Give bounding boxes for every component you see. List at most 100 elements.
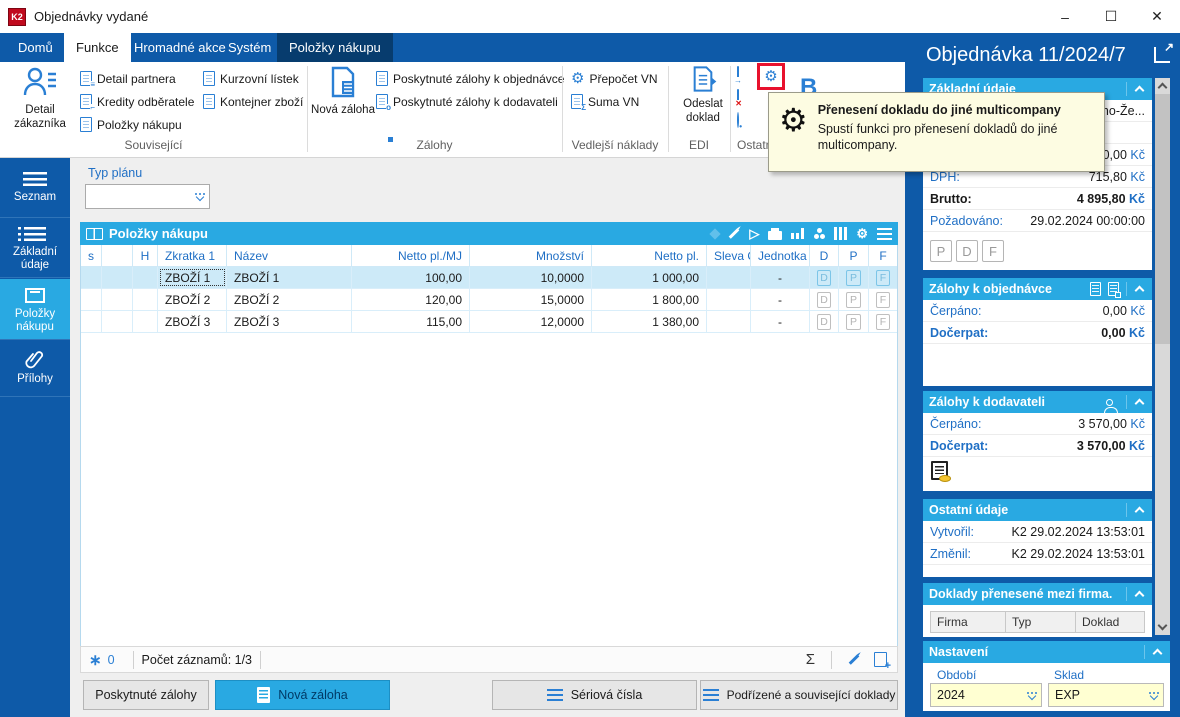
col-mnozstvi[interactable]: Množství [470,245,592,266]
polozky-nakupu-button[interactable]: Položky nákupu [80,114,182,135]
sklad-combobox[interactable]: EXP [1048,683,1164,707]
cell-jednotka[interactable]: - [751,267,810,288]
poskytnute-zalohy-button[interactable]: Poskytnuté zálohy [83,680,209,710]
table-row[interactable]: ZBOŽÍ 3 ZBOŽÍ 3 115,00 12,0000 1 380,00 … [81,311,897,333]
advance-invoice-icon[interactable] [931,461,951,482]
collapse-chevron-icon[interactable] [1152,648,1163,659]
cell-sleva[interactable] [707,311,751,332]
advance-doc-list-icon[interactable] [1108,282,1121,298]
collapse-chevron-icon[interactable] [1134,398,1145,409]
zalohy-k-objednavce-button[interactable]: Poskytnuté zálohy k objednávce [376,68,564,143]
cell-netto[interactable]: 1 000,00 [592,267,707,288]
group-cluster-icon[interactable] [814,234,820,239]
col-p[interactable]: P [839,245,869,266]
col-nazev[interactable]: Název [227,245,352,266]
sidebar-item-polozky-nakupu[interactable]: Položky nákupu [0,279,70,340]
lock-doc-icon[interactable]: • [737,112,753,131]
card-header-zalohy-obj[interactable]: Zálohy k objednávce [923,278,1152,300]
sidebar-item-prilohy[interactable]: Přílohy [0,341,70,397]
col-s[interactable]: s [81,245,102,266]
prepocet-vn-button[interactable]: ⚙ Přepočet VN [571,68,658,89]
advance-doc-icon[interactable] [1090,282,1101,296]
cell-flag-f[interactable]: F [869,267,897,288]
col-jednotka[interactable]: Jednotka [751,245,810,266]
obdobi-combobox[interactable]: 2024 [930,683,1042,707]
run-play-icon[interactable]: ▷ [749,227,759,240]
cell-jednotka[interactable]: - [751,311,810,332]
cell-sleva[interactable] [707,267,751,288]
cell-zkratka[interactable]: ZBOŽÍ 3 [158,311,227,332]
col-firma[interactable]: Firma [930,611,1006,633]
col-doklad[interactable]: Doklad [1076,611,1145,633]
cell-flag-p[interactable]: P [839,267,869,288]
cell-flag-d[interactable]: D [810,267,839,288]
sidebar-item-seznam[interactable]: Seznam [0,163,70,218]
col-empty[interactable] [102,245,133,266]
cell-nazev[interactable]: ZBOŽÍ 2 [227,289,352,310]
supplier-person-icon[interactable] [1104,398,1118,414]
seriova-cisla-button[interactable]: Sériová čísla [492,680,697,710]
cell-flag-d[interactable]: D [810,311,839,332]
col-netto[interactable]: Netto pl. [592,245,707,266]
open-external-icon[interactable] [1154,40,1174,63]
card-header-zalohy-dod[interactable]: Zálohy k dodavateli [923,391,1152,414]
collapse-chevron-icon[interactable] [1134,506,1145,517]
columns-icon[interactable] [834,227,848,240]
detail-partnera-button[interactable]: ≡ Detail partnera [80,68,176,89]
cell-flag-f[interactable]: F [869,289,897,310]
table-row[interactable]: ZBOŽÍ 2 ZBOŽÍ 2 120,00 15,0000 1 800,00 … [81,289,897,311]
scroll-down-icon[interactable] [1157,620,1168,631]
typ-planu-combobox[interactable] [85,184,210,209]
cell-mnozstvi[interactable]: 10,0000 [470,267,592,288]
col-typ[interactable]: Typ [1006,611,1076,633]
transfer-doc-icon[interactable]: → [734,66,753,85]
suma-vn-button[interactable]: Σ Suma VN [571,91,639,112]
cell-flag-f[interactable]: F [869,311,897,332]
cell-netto[interactable]: 1 800,00 [592,289,707,310]
collapse-chevron-icon[interactable] [1134,85,1145,96]
scrollbar-thumb[interactable] [1155,94,1170,344]
cell-netto-mj[interactable]: 100,00 [352,267,470,288]
tab-polozky-nakupu[interactable]: Položky nákupu [277,33,393,62]
flag-d[interactable]: D [956,240,978,262]
collapse-chevron-icon[interactable] [1134,590,1145,601]
cancel-doc-icon[interactable]: ✕ [735,89,753,108]
sidebar-item-zakladni-udaje[interactable]: Základní údaje [0,219,70,278]
flag-p[interactable]: P [930,240,952,262]
cell-flag-p[interactable]: P [839,289,869,310]
cell-nazev[interactable]: ZBOŽÍ 1 [227,267,352,288]
cell-zkratka[interactable]: ZBOŽÍ 1 [158,267,227,288]
cell-netto-mj[interactable]: 120,00 [352,289,470,310]
grid-menu-icon[interactable] [877,227,892,240]
card-header-nastaveni[interactable]: Nastavení [923,641,1170,663]
cell-jednotka[interactable]: - [751,289,810,310]
print-icon[interactable] [768,227,783,240]
card-header-doklady[interactable]: Doklady přenesené mezi firma... [923,583,1152,605]
col-zkratka[interactable]: Zkratka 1 [158,245,227,266]
tab-system[interactable]: Systém [216,33,283,62]
podrizene-doklady-button[interactable]: Podřízené a související doklady [700,680,898,710]
col-f[interactable]: F [869,245,897,266]
multicompany-transfer-gear-button[interactable]: ⚙ [757,63,785,90]
minimize-button[interactable]: – [1042,0,1088,33]
cell-nazev[interactable]: ZBOŽÍ 3 [227,311,352,332]
card-header-ostatni[interactable]: Ostatní údaje [923,499,1152,521]
sum-sigma-icon[interactable]: Σ [806,651,815,668]
cell-mnozstvi[interactable]: 15,0000 [470,289,592,310]
nova-zaloha-footer-button[interactable]: Nová záloha [215,680,390,710]
scroll-up-icon[interactable] [1157,82,1168,93]
cell-netto[interactable]: 1 380,00 [592,311,707,332]
add-document-icon[interactable] [874,652,891,672]
col-netto-mj[interactable]: Netto pl./MJ [352,245,470,266]
collapse-chevron-icon[interactable] [1134,285,1145,296]
cell-zkratka[interactable]: ZBOŽÍ 2 [158,289,227,310]
col-h[interactable]: H [133,245,158,266]
close-button[interactable]: ✕ [1134,0,1180,33]
flag-f[interactable]: F [982,240,1004,262]
tab-domu[interactable]: Domů [6,33,65,62]
kurzovni-listek-button[interactable]: Kurzovní lístek [203,68,299,89]
kredity-odberatele-button[interactable]: ⌐ Kredity odběratele [80,91,194,112]
star-icon[interactable] [709,227,722,240]
tab-funkce[interactable]: Funkce [64,33,131,62]
grid-settings-gear-icon[interactable]: ⚙ [856,227,868,240]
